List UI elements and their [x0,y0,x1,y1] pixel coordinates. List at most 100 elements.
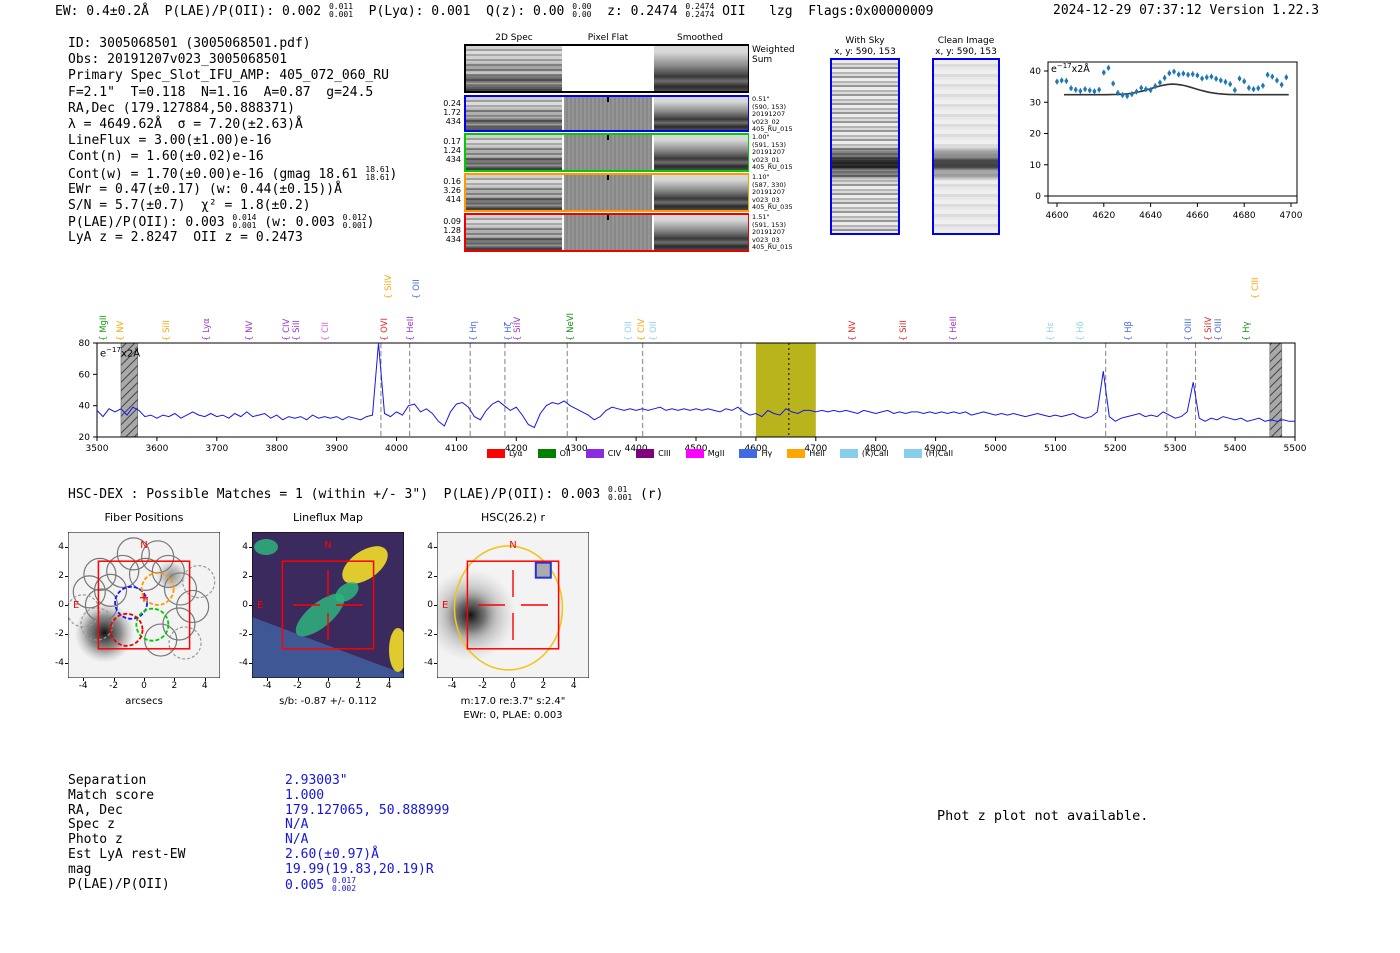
legend-item: Lyα [486,449,523,458]
legend-item: MgII [685,449,724,458]
tick-mark [434,605,437,606]
emission-line-label: { OVI [379,318,390,341]
emission-line-label: { CIV [281,318,292,341]
with-sky-image [830,58,900,235]
tick-mark [249,546,252,548]
emission-line-label: { CII [321,321,332,341]
tick-mark [65,663,68,665]
x-tick-label: 0 [325,681,331,691]
y-tick-label: -2 [239,629,248,640]
spec2d-row-left-labels: 0.24 1.72 434 [437,99,461,126]
svg-text:20: 20 [79,433,91,443]
emission-line-label: { SiII [291,320,302,341]
y-tick-label: -4 [239,658,248,669]
info-line: LyA z = 2.8247 OII z = 0.2473 [68,230,397,246]
emission-line-label: { SiIV [1204,316,1215,341]
left-label: 414 [445,195,461,204]
emission-line-label: { OIII [1214,318,1225,341]
x-tick-label: -2 [478,681,488,691]
row-value: 0.005 0.017 0.002 [285,876,356,893]
info-line: P(LAE)/P(OII): 0.003 0.014 0.001 (w: 0.00… [68,213,397,231]
sky-panel-title: Clean Image [937,36,995,46]
legend-swatch [486,449,505,458]
svg-text:80: 80 [79,339,91,349]
tick-mark [573,678,575,681]
legend-label: CIV [607,449,622,458]
photz-note: Phot z plot not available. [937,808,1149,824]
spec2d-row-left-labels: 0.16 3.26 414 [437,177,461,204]
pixel-flat-image [564,46,652,91]
header-metrics: EW: 0.4±0.2Å P(LAE)/P(OII): 0.002 0.011 0… [55,2,933,20]
spec2d-row-left-labels: 0.17 1.24 434 [437,137,461,164]
row-value: 1.000 [285,788,324,803]
text-segment: Cont(w) = 1.70(±0.00)e-16 (gmag 18.61 [68,166,366,182]
stacked-uncertainty: 0.2474 0.2474 [685,2,715,19]
legend-item: CIV [585,449,622,458]
y-tick-label: 0 [427,600,433,610]
left-label: 434 [445,117,461,126]
pixel-flat-image [564,215,652,250]
svg-text:5300: 5300 [1164,444,1187,454]
emission-line-label: { HeII [948,316,959,341]
x-axis-label: arcsecs [125,696,163,707]
tick-mark [434,634,437,636]
north-label: N [509,540,516,551]
text-segment: (w: 0.003 [256,215,343,231]
text-segment: N/A [285,817,309,833]
svg-text:5100: 5100 [1044,444,1067,454]
east-label: E [73,600,79,611]
clean-image [932,58,1000,235]
full-spectrum-chart: 20 40 60 80 3500 3600 3700 3800 3900 4000 4100 4200… [0,258,1400,473]
y-tick-label: 2 [427,570,433,581]
text-segment: P(LAE)/P(OII): 0.003 [68,215,233,231]
left-label: 1.24 [443,146,461,155]
y-tick-label: 2 [58,570,64,581]
tick-mark [65,605,68,606]
stacked-uncertainty: 0.014 0.001 [232,213,257,231]
spec2d-image [466,97,562,130]
text-segment: λ = 4649.62Å σ = 7.20(±2.63)Å [68,116,303,132]
x-tick-label: -4 [447,681,457,691]
galaxy-blob [444,589,497,642]
tick-mark [297,678,299,681]
svg-text:4660: 4660 [1186,211,1209,221]
sky-panel-title: With Sky [845,36,885,46]
cutout-image-lineflux-map: NE [252,532,404,678]
row-label: Photo z [68,832,123,848]
y-tick-label: 2 [242,570,248,581]
x-tick-label: 2 [540,681,547,691]
text-segment: Obs: 20191207v023_3005068501 [68,52,288,68]
legend-swatch [585,449,604,458]
cutout-caption: s/b: -0.87 +/- 0.112 [279,696,377,707]
spec2d-image [466,215,562,250]
tick-mark [434,575,437,577]
info-line: Primary Spec_Slot_IFU_AMP: 405_072_060_R… [68,68,397,84]
row-label: Est LyA rest-EW [68,846,186,862]
spec2d-col-header: Smoothed [677,33,723,43]
row-value: 2.60(±0.97)Å [285,847,379,862]
emission-line-label: { OII [649,321,660,341]
left-label: 0.17 [443,137,461,146]
pixel-flat-image [564,97,652,130]
spectrum-legend: Lyα OII CIV CIII MgII Hγ HeII (K)CaII (H)CaII [440,449,1000,458]
tick-mark [434,546,437,548]
left-label: 0.24 [443,99,461,108]
emission-line-label: { CIV [636,318,647,341]
legend-item: HeII [787,449,825,458]
pixel-flat-image [564,175,652,210]
emission-line-label: { Hβ [1123,321,1134,341]
emission-line-label: { MgII [98,315,109,341]
tick-mark [328,678,329,681]
legend-item: CIII [636,449,671,458]
legend-swatch [839,449,858,458]
text-segment: LyA z = 2.8247 OII z = 0.2473 [68,230,303,246]
spec2d-col-header: 2D Spec [495,33,533,43]
text-segment: ) [389,166,398,182]
row-value: 2.93003" [285,773,348,788]
svg-text:60: 60 [79,370,91,380]
legend-item: (K)CaII [839,449,889,458]
svg-text:3900: 3900 [325,444,348,454]
spec2d-col-header: Pixel Flat [587,33,629,43]
tick-mark [434,663,437,665]
unit-text: −17 [106,346,121,354]
